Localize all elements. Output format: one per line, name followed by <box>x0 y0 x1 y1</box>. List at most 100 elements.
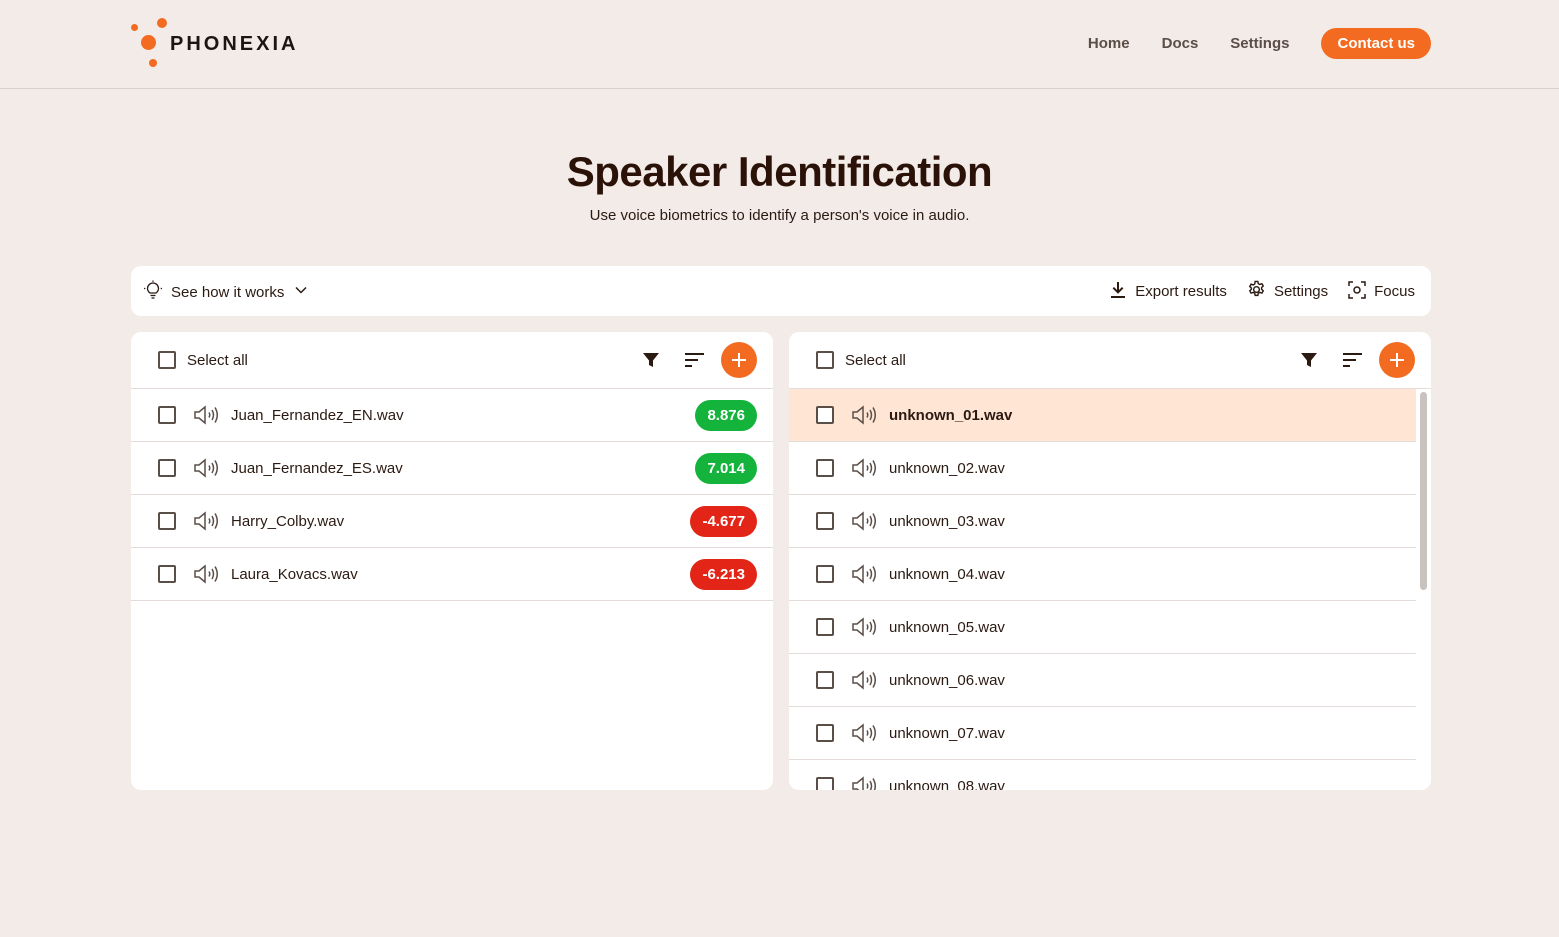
lightbulb-icon <box>143 280 163 305</box>
row-checkbox[interactable] <box>816 724 834 742</box>
file-row[interactable]: Juan_Fernandez_EN.wav 8.876 <box>131 389 773 442</box>
sort-icon[interactable] <box>1335 342 1371 378</box>
nav-docs-link[interactable]: Docs <box>1162 35 1199 52</box>
speaker-icon[interactable] <box>194 457 220 484</box>
page-subtitle: Use voice biometrics to identify a perso… <box>589 207 970 224</box>
reference-file-list: Juan_Fernandez_EN.wav 8.876 Juan_Fernand… <box>131 389 773 601</box>
add-file-button[interactable] <box>1379 342 1415 378</box>
logo-dot <box>141 35 156 50</box>
speaker-icon[interactable] <box>852 457 878 484</box>
select-all-checkbox[interactable] <box>158 351 176 369</box>
score-badge: 7.014 <box>695 453 757 484</box>
file-name: Laura_Kovacs.wav <box>231 566 358 583</box>
see-how-it-works-toggle[interactable]: See how it works <box>143 280 308 305</box>
file-row[interactable]: Juan_Fernandez_ES.wav 7.014 <box>131 442 773 495</box>
panel-header-actions <box>1283 342 1415 378</box>
see-how-it-works-label: See how it works <box>171 284 285 301</box>
toolbar-settings-label: Settings <box>1273 283 1329 300</box>
download-icon <box>1109 281 1135 303</box>
speaker-icon[interactable] <box>852 669 878 696</box>
file-name: unknown_08.wav <box>889 778 1005 790</box>
file-name: unknown_04.wav <box>889 566 1005 583</box>
speaker-icon[interactable] <box>852 510 878 537</box>
row-checkbox[interactable] <box>816 777 834 790</box>
focus-label: Focus <box>1374 283 1415 300</box>
speaker-icon[interactable] <box>194 404 220 431</box>
select-all-checkbox[interactable] <box>816 351 834 369</box>
row-checkbox[interactable] <box>816 565 834 583</box>
select-all-label: Select all <box>845 352 906 369</box>
file-name: Juan_Fernandez_EN.wav <box>231 407 404 424</box>
contact-us-button[interactable]: Contact us <box>1321 28 1431 59</box>
select-all-label: Select all <box>187 352 248 369</box>
row-checkbox[interactable] <box>158 406 176 424</box>
logo-dot <box>149 59 157 67</box>
panel-header: Select all <box>789 332 1431 389</box>
row-checkbox[interactable] <box>158 512 176 530</box>
file-row-selected[interactable]: unknown_01.wav <box>789 389 1416 442</box>
file-row[interactable]: unknown_06.wav <box>789 654 1416 707</box>
file-name: unknown_01.wav <box>889 407 1013 424</box>
sort-icon[interactable] <box>677 342 713 378</box>
speaker-icon[interactable] <box>852 404 878 431</box>
file-name: unknown_03.wav <box>889 513 1005 530</box>
unknown-files-panel: Select all unknown_01.wav unknown_02.wav… <box>789 332 1431 790</box>
row-checkbox[interactable] <box>816 671 834 689</box>
file-row[interactable]: unknown_03.wav <box>789 495 1416 548</box>
row-checkbox[interactable] <box>158 565 176 583</box>
file-row[interactable]: unknown_07.wav <box>789 707 1416 760</box>
nav-home-link[interactable]: Home <box>1088 35 1130 52</box>
export-results-button[interactable]: Export results <box>1109 281 1227 303</box>
speaker-icon[interactable] <box>852 775 878 790</box>
row-checkbox[interactable] <box>816 406 834 424</box>
tool-toolbar: See how it works Export results Settings <box>131 266 1431 316</box>
main-nav: Home Docs Settings Contact us <box>1088 28 1431 59</box>
file-row[interactable]: Laura_Kovacs.wav -6.213 <box>131 548 773 601</box>
export-results-label: Export results <box>1135 283 1227 300</box>
filter-icon[interactable] <box>633 342 669 378</box>
reference-files-panel: Select all Juan_Fernandez_EN.wav 8.876 J… <box>131 332 773 790</box>
file-name: unknown_05.wav <box>889 619 1005 636</box>
add-file-button[interactable] <box>721 342 757 378</box>
speaker-icon[interactable] <box>852 616 878 643</box>
file-name: unknown_02.wav <box>889 460 1005 477</box>
score-badge: 8.876 <box>695 400 757 431</box>
focus-button[interactable]: Focus <box>1348 280 1415 303</box>
filter-icon[interactable] <box>1291 342 1327 378</box>
phonexia-logo[interactable]: PHONEXIA <box>131 17 311 71</box>
toolbar-settings-button[interactable]: Settings <box>1247 280 1328 303</box>
file-row[interactable]: unknown_04.wav <box>789 548 1416 601</box>
file-row[interactable]: unknown_08.wav <box>789 760 1416 790</box>
toolbar-actions: Export results Settings Focus <box>1089 280 1415 303</box>
panel-header: Select all <box>131 332 773 389</box>
row-checkbox[interactable] <box>816 512 834 530</box>
score-badge: -4.677 <box>690 506 757 537</box>
logo-dot <box>157 18 167 28</box>
row-checkbox[interactable] <box>158 459 176 477</box>
speaker-icon[interactable] <box>852 563 878 590</box>
top-navigation-bar: PHONEXIA Home Docs Settings Contact us <box>0 0 1559 89</box>
file-name: unknown_07.wav <box>889 725 1005 742</box>
logo-wordmark: PHONEXIA <box>170 33 299 55</box>
row-checkbox[interactable] <box>816 618 834 636</box>
speaker-icon[interactable] <box>852 722 878 749</box>
focus-icon <box>1348 280 1374 303</box>
unknown-file-list: unknown_01.wav unknown_02.wav unknown_03… <box>789 389 1416 790</box>
file-name: Harry_Colby.wav <box>231 513 345 530</box>
scrollbar-thumb[interactable] <box>1420 392 1427 590</box>
gear-icon <box>1247 280 1274 303</box>
speaker-icon[interactable] <box>194 510 220 537</box>
file-row[interactable]: Harry_Colby.wav -4.677 <box>131 495 773 548</box>
score-badge: -6.213 <box>690 559 757 590</box>
nav-settings-link[interactable]: Settings <box>1230 35 1289 52</box>
file-name: unknown_06.wav <box>889 672 1005 689</box>
file-row[interactable]: unknown_02.wav <box>789 442 1416 495</box>
page-title: Speaker Identification <box>566 148 993 195</box>
chevron-down-icon <box>294 283 308 302</box>
row-checkbox[interactable] <box>816 459 834 477</box>
panel-header-actions <box>625 342 757 378</box>
speaker-icon[interactable] <box>194 563 220 590</box>
logo-dot <box>131 24 138 31</box>
file-row[interactable]: unknown_05.wav <box>789 601 1416 654</box>
file-name: Juan_Fernandez_ES.wav <box>231 460 403 477</box>
